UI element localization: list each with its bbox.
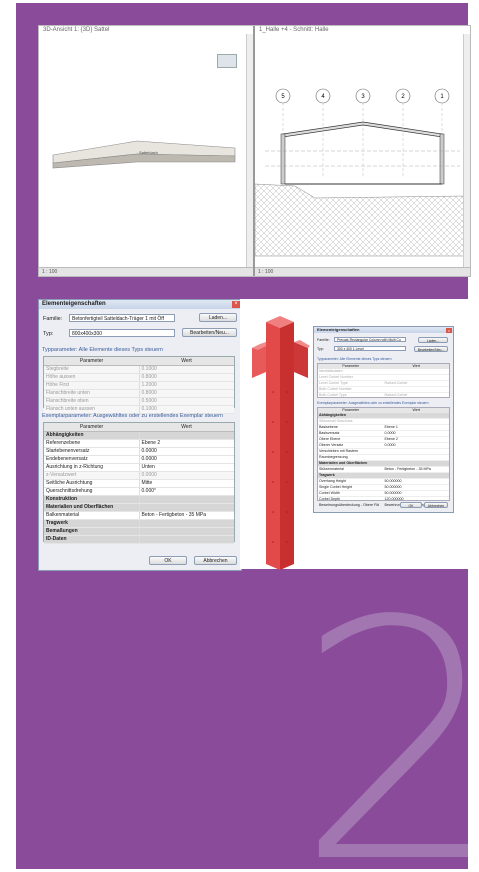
cancel-button[interactable]: Abbrechen — [424, 502, 448, 508]
family-select[interactable]: Precast-Rectangular Column with Multi Co — [334, 337, 406, 342]
table-row[interactable]: Startebenenversatz 0.0000 — [44, 448, 234, 456]
family-value: Precast-Rectangular Column with Multi Co — [337, 338, 401, 342]
ok-button[interactable]: OK — [400, 502, 422, 508]
type-value: 300 x 400 1 Level — [337, 347, 364, 351]
table-row[interactable]: Both Corbel Type Raised Corbel — [318, 393, 449, 399]
table-row[interactable]: Referenzebene Ebene 2 — [44, 440, 234, 448]
beam-label: Satteldach — [139, 150, 158, 155]
col-param-header: Parameter — [79, 358, 104, 364]
revit-views-screenshot: 3D-Ansicht 1: {3D} Sattel Satteldach 1 :… — [38, 25, 471, 277]
instance-params-grid[interactable]: Parameter Wert Abhängigkeiten Referenzebe… — [43, 422, 235, 544]
load-button[interactable]: Laden... — [199, 313, 237, 322]
element-properties-dialog-small: Elementeigenschaften × Familie: Precast-… — [313, 326, 454, 513]
viewport-section[interactable]: 1_Halle +4 - Schnitt: Halle 5 4 3 2 1 1 … — [255, 26, 470, 276]
close-icon[interactable]: × — [446, 328, 452, 333]
column-left — [280, 133, 286, 185]
table-row[interactable]: Seitliche Ausrichtung Mitte — [44, 480, 234, 488]
group-row[interactable]: ID-Daten — [44, 536, 234, 544]
table-row[interactable]: z-Versatzwert 0.0000 — [44, 472, 234, 480]
view-control-bar[interactable]: 1 : 100 — [255, 267, 470, 276]
type-params-grid[interactable]: Parameter Wert Stegbreite 0.1000 Höhe auss… — [43, 356, 235, 414]
col-value-header: Wert — [181, 358, 192, 364]
roof-beam — [282, 121, 443, 138]
column-right — [439, 133, 445, 185]
element-properties-dialog: Elementeigenschaften × Familie: Betonfer… — [38, 299, 242, 571]
table-row[interactable]: Balkenmaterial Beton - Fertigbeton - 35 M… — [44, 512, 234, 520]
group-row[interactable]: Konstruktion — [44, 496, 234, 504]
beam-3d[interactable]: Satteldach — [39, 26, 253, 266]
type-value: 800x400x300 — [72, 331, 103, 337]
scale-label: 1 : 100 — [258, 269, 274, 275]
dialog-title: Elementeigenschaften — [39, 300, 241, 309]
section-drawing: 5 4 3 2 1 — [255, 88, 464, 257]
type-select[interactable]: 300 x 400 1 Level — [334, 346, 406, 351]
group-row[interactable]: Tragwerk — [44, 520, 234, 528]
table-row[interactable]: Flanschbreite oben 0.5000 — [44, 398, 234, 406]
type-select[interactable]: 800x400x300 — [69, 329, 175, 337]
instance-params-header: Exemplarparameter: Ausgewähltes oder zu … — [42, 413, 223, 419]
family-select[interactable]: Betonfertigteil Satteldach-Träger 1 mit … — [69, 314, 175, 322]
family-value: Betonfertigteil Satteldach-Träger 1 mit … — [72, 316, 164, 322]
load-button[interactable]: Laden... — [418, 337, 448, 343]
edit-new-button[interactable]: Bearbeiten/Neu... — [182, 328, 237, 337]
type-label: Typ: — [43, 331, 54, 337]
group-row[interactable]: Bemaßungen — [44, 528, 234, 536]
table-row[interactable]: Querschnittsdrehung 0.000° — [44, 488, 234, 496]
table-row[interactable]: Flanschbreite unten 0.8000 — [44, 390, 234, 398]
scale-label: 1 : 100 — [42, 269, 58, 275]
type-params-header: Typparameter: Alle Elemente dieses Typs … — [317, 357, 392, 361]
col-value-header: Wert — [181, 424, 192, 430]
table-row[interactable]: Höhe aussen 0.8000 — [44, 374, 234, 382]
terrain — [255, 183, 464, 257]
dialog-title: Elementeigenschaften — [314, 327, 453, 333]
view-control-bar[interactable]: 1 : 100 — [39, 267, 253, 276]
type-label: Typ: — [317, 347, 324, 351]
type-params-header: Typparameter: Alle Elemente dieses Typs … — [42, 347, 163, 353]
instance-params-header: Exemplarparameter: Ausgewähltes oder zu … — [317, 401, 429, 405]
ok-button[interactable]: OK — [149, 556, 187, 565]
table-row[interactable]: Endebenenversatz 0.0000 — [44, 456, 234, 464]
family-label: Familie: — [43, 316, 63, 322]
group-row[interactable]: Materialien und Oberflächen — [44, 504, 234, 512]
vertical-scrollbar[interactable] — [463, 34, 470, 267]
group-row[interactable]: Abhängigkeiten — [44, 432, 234, 440]
precast-column-3d — [252, 316, 310, 570]
vertical-scrollbar[interactable] — [246, 34, 253, 267]
edit-new-button[interactable]: Bearbeiten/Neu... — [414, 346, 448, 352]
table-row[interactable]: Stegbreite 0.1000 — [44, 366, 234, 374]
family-label: Familie: — [317, 338, 330, 342]
type-params-grid[interactable]: Parameter Wert Identitätsdaten Level Corb… — [317, 363, 450, 399]
table-row[interactable]: Ausrichtung in z-Richtung Unten — [44, 464, 234, 472]
viewport-3d[interactable]: 3D-Ansicht 1: {3D} Sattel Satteldach 1 :… — [39, 26, 255, 276]
chapter-number: 2 — [296, 551, 468, 869]
instance-params-grid[interactable]: Parameter Wert Abhängigkeiten Stützenstil… — [317, 407, 450, 509]
table-row[interactable]: Höhe First 1.2000 — [44, 382, 234, 390]
cancel-button[interactable]: Abbrechen — [194, 556, 237, 565]
col-param-header: Parameter — [79, 424, 104, 430]
close-icon[interactable]: × — [232, 301, 240, 308]
